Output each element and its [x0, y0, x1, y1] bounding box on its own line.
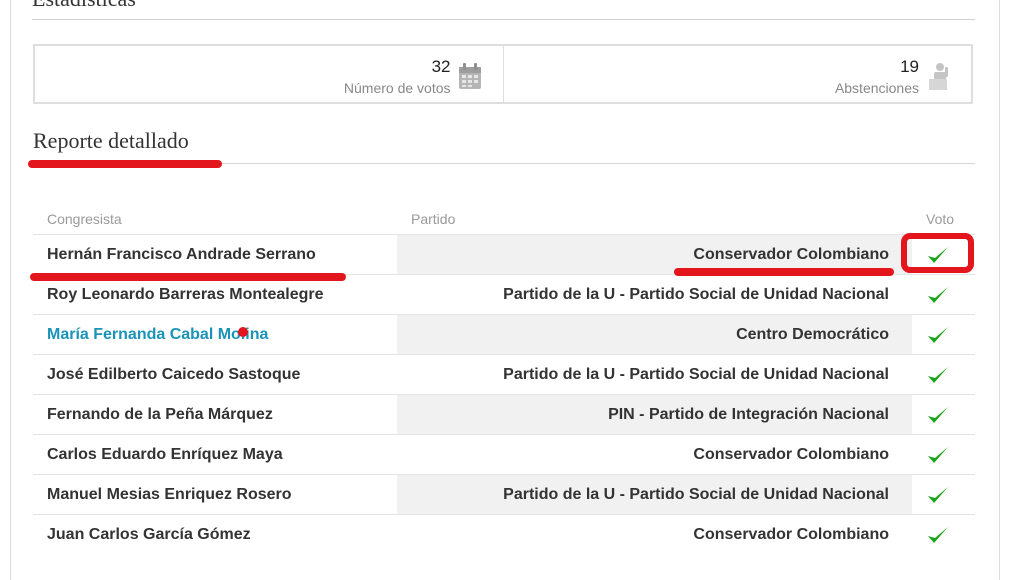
check-icon [928, 407, 948, 423]
stats-box: 32 Número de votos 19 Abstenciones [33, 44, 973, 104]
stat-votes-label: Número de votos [343, 80, 451, 96]
party-name: Centro Democrático [736, 326, 889, 343]
check-icon [928, 447, 948, 463]
divider [32, 19, 975, 20]
check-icon [928, 367, 948, 383]
congresista-name-link[interactable]: María Fernanda Cabal Molina [47, 326, 268, 344]
person-icon [929, 63, 948, 90]
column-header-name: Congresista [47, 211, 122, 227]
stat-abstentions-label: Abstenciones [834, 80, 919, 96]
congresista-name: Fernando de la Peña Márquez [47, 406, 273, 423]
party-name: Conservador Colombiano [693, 446, 889, 463]
congresista-name: Roy Leonardo Barreras Montealegre [47, 286, 324, 303]
stat-votes: 32 Número de votos [35, 46, 503, 102]
party-name: Partido de la U - Partido Social de Unid… [503, 286, 889, 303]
table-row: Manuel Mesias Enriquez Rosero Partido de… [33, 474, 975, 514]
party-name: Partido de la U - Partido Social de Unid… [503, 486, 889, 503]
annotation-underline [674, 268, 894, 276]
table-row: José Edilberto Caicedo Sastoque Partido … [33, 354, 975, 394]
check-icon [928, 287, 948, 303]
congresista-name: Manuel Mesias Enriquez Rosero [47, 486, 292, 503]
table-row: María Fernanda Cabal Molina Centro Democ… [33, 314, 975, 354]
annotation-underline [28, 160, 222, 168]
party-name: Conservador Colombiano [693, 246, 889, 263]
party-name: PIN - Partido de Integración Nacional [608, 406, 889, 423]
check-icon [928, 327, 948, 343]
annotation-circle [901, 233, 974, 273]
party-name: Partido de la U - Partido Social de Unid… [503, 366, 889, 383]
stat-abstentions: 19 Abstenciones [502, 46, 972, 102]
table-row: Carlos Eduardo Enríquez Maya Conservador… [33, 434, 975, 474]
check-icon [928, 487, 948, 503]
annotation-underline [30, 273, 346, 281]
stats-section-title: Estadísticas [32, 0, 136, 12]
check-icon [928, 527, 948, 543]
report-table: Congresista Partido Voto Hernán Francisc… [33, 204, 975, 554]
congresista-name: Juan Carlos García Gómez [47, 526, 251, 543]
party-name: Conservador Colombiano [693, 526, 889, 543]
annotation-dot [238, 327, 248, 337]
table-header: Congresista Partido Voto [33, 204, 975, 234]
column-header-vote: Voto [926, 211, 955, 227]
stat-abstentions-value: 19 [900, 57, 919, 76]
congresista-name: Carlos Eduardo Enríquez Maya [47, 446, 283, 463]
calendar-icon [458, 63, 481, 89]
congresista-name: José Edilberto Caicedo Sastoque [47, 366, 301, 383]
congresista-name: Hernán Francisco Andrade Serrano [47, 246, 316, 263]
table-row: Fernando de la Peña Márquez PIN - Partid… [33, 394, 975, 434]
column-header-party: Partido [411, 211, 456, 227]
stat-votes-value: 32 [431, 57, 451, 76]
report-title: Reporte detallado [33, 128, 189, 153]
table-row: Juan Carlos García Gómez Conservador Col… [33, 514, 975, 554]
